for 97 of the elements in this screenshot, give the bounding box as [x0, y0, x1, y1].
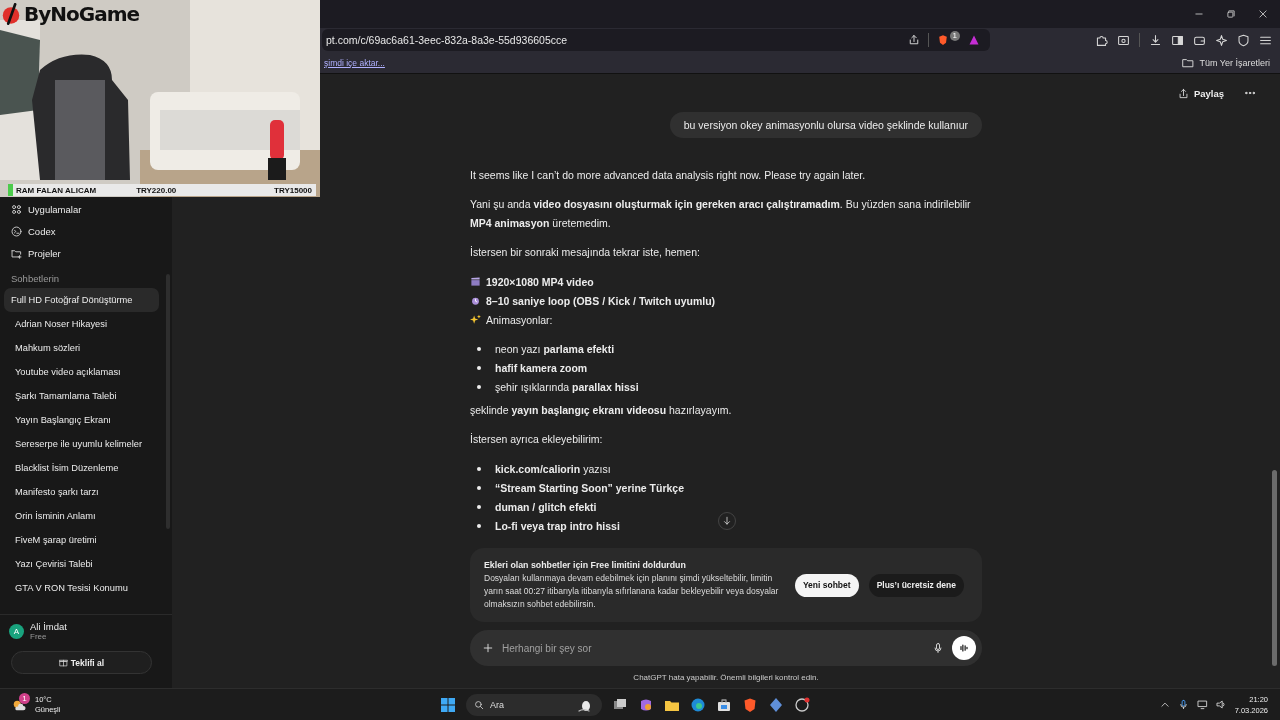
bullet-text: duman / glitch efekti — [495, 500, 597, 513]
plus-icon[interactable] — [482, 642, 494, 654]
assistant-paragraph: İstersen bir sonraki mesajında tekrar iste, hemen: — [470, 245, 701, 260]
shield-count-badge: 1 — [949, 30, 960, 41]
assistant-line: 8–10 saniye loop (OBS / Kick / Twitch uyumlu) — [486, 294, 716, 307]
upload-icon — [1177, 87, 1189, 99]
channel-logo-text: ByNoGame — [24, 2, 140, 26]
terminal-icon — [11, 225, 22, 237]
bullet-icon — [477, 485, 481, 490]
triangle-icon[interactable] — [968, 34, 980, 46]
gem-icon[interactable] — [768, 696, 784, 713]
store-bag-icon[interactable] — [716, 696, 732, 713]
shield-icon[interactable] — [1237, 33, 1250, 47]
bookmarks-folder[interactable]: Tüm Yer İşaretleri — [1182, 56, 1270, 69]
sidebar-nav-item[interactable]: Codex — [0, 220, 172, 242]
goal-raised: TRY220.00 — [136, 185, 177, 195]
bullet-text: kick.com/caliorin yazısı — [495, 462, 611, 475]
chat-history-item[interactable]: Orin İsminin Anlamı — [4, 504, 159, 528]
download-icon[interactable] — [1149, 33, 1162, 47]
chat-history-item[interactable]: Youtube video açıklaması — [4, 360, 159, 384]
restore-icon[interactable] — [1226, 9, 1236, 19]
message-field[interactable]: Herhangi bir şey sor — [470, 630, 982, 666]
import-link[interactable]: şimdi içe aktar... — [324, 57, 385, 68]
bullet-icon — [477, 504, 481, 509]
folder-icon — [1182, 56, 1195, 69]
logo-mark-icon — [0, 3, 22, 25]
microphone-icon[interactable] — [932, 642, 944, 654]
weather-badge: 1 — [19, 693, 30, 704]
chat-history-item[interactable]: GTA V RON Tesisi Konumu — [4, 576, 159, 600]
bullet-text: hafif kamera zoom — [495, 361, 588, 374]
bullet-icon — [477, 384, 481, 389]
offer-button[interactable]: Teklifi al — [11, 651, 152, 674]
assistant-paragraph: İstersen ayrıca ekleyebilirim: — [470, 432, 604, 447]
sidebar-icon[interactable] — [1171, 33, 1184, 47]
taskbar-search[interactable]: Ara — [466, 693, 602, 716]
notice-button[interactable]: Plus’ı ücretsiz dene — [868, 573, 964, 597]
scrollbar-thumb[interactable] — [1272, 470, 1277, 666]
scroll-down-button[interactable] — [718, 512, 736, 530]
bullet-icon — [477, 523, 481, 528]
sidebar-nav-item[interactable]: Uygulamalar — [0, 198, 172, 220]
close-icon[interactable] — [1258, 9, 1268, 19]
section-label: Sohbetlerin — [10, 272, 61, 286]
circle-app-icon[interactable] — [794, 696, 810, 713]
bullet-text: Lo-fi veya trap intro hissi — [495, 519, 620, 532]
bullet-text: şehir ışıklarında parallax hissi — [495, 380, 639, 393]
arrow-down-icon — [722, 516, 732, 526]
notice-text: Dosyaları kullanmaya devam edebilmek için planını şimdi yükseltebilir, limitin yarın saat 00:27 itibarıyla itibarıyla sıfırlanana kadar bekleyebilir veya dosyalar olmaksızın sohbet edebilirsin. — [484, 571, 780, 611]
bullet-icon — [477, 346, 481, 351]
folder-plus-icon — [11, 247, 22, 259]
microphone-icon[interactable] — [1177, 699, 1189, 710]
chat-history-item[interactable]: FiveM şarap üretimi — [4, 528, 159, 552]
chat-history-item[interactable]: Full HD Fotoğraf Dönüştürme — [4, 288, 159, 312]
sparkle-icon[interactable] — [1215, 33, 1228, 47]
assistant-paragraph: It seems like I can’t do more advanced data analysis right now. Please try again later. — [470, 168, 867, 183]
bullet-icon — [477, 466, 481, 471]
address-bar[interactable]: pt.com/c/69ac6a61-3eec-832a-8a3e-55d936605cce 1 — [322, 29, 990, 51]
share-button[interactable]: Paylaş — [1173, 84, 1228, 102]
chat-history-item[interactable]: Blacklist İsim Düzenleme — [4, 456, 159, 480]
chat-history-item[interactable]: Adrian Noser Hikayesi — [4, 312, 159, 336]
notice-button[interactable]: Yeni sohbet — [794, 573, 859, 597]
search-icon — [474, 699, 484, 710]
notice-title: Ekleri olan sohbetler için Free limitini doldurdun — [484, 559, 687, 570]
chat-history-item[interactable]: Manifesto şarkı tarzı — [4, 480, 159, 504]
user-name: Ali İmdat — [30, 621, 67, 632]
clapperboard-icon — [470, 276, 481, 287]
disclaimer-text: ChatGPT hata yapabilir. Önemli bilgileri kontrol edin. — [633, 672, 819, 682]
sparkles-icon — [470, 314, 481, 325]
message-input[interactable]: Herhangi bir şey sor — [502, 640, 924, 656]
gift-icon — [58, 658, 68, 667]
plan-label: Free — [30, 632, 48, 641]
chat-history-item[interactable]: Sereserpe ile uyumlu kelimeler — [4, 432, 159, 456]
alarm-clock-icon — [470, 295, 481, 306]
chat-history-item[interactable]: Yayın Başlangıç Ekranı — [4, 408, 159, 432]
user-message: bu versiyon okey animasyonlu olursa video şeklinde kullanıur — [669, 112, 982, 138]
chat-history-item[interactable]: Yazı Çevirisi Talebi — [4, 552, 159, 576]
lion-shield-icon[interactable] — [936, 34, 949, 46]
apps-icon — [11, 203, 22, 215]
lion-shield-icon[interactable] — [742, 696, 758, 713]
voice-button[interactable] — [952, 636, 976, 660]
assistant-paragraph: şeklinde yayın başlangıç ekranı videosu hazırlayayım. — [470, 403, 733, 418]
assistant-paragraph: Yani şu anda video dosyasını oluşturmak için gereken aracı çalıştıramadım. Bu yüzden sana indirilebilir MP4 animasyon üretemedim. — [470, 197, 972, 231]
waveform-icon — [958, 642, 970, 654]
chat-history-item[interactable]: Mahkum sözleri — [4, 336, 159, 360]
share-icon[interactable] — [907, 34, 920, 46]
windows-start-icon[interactable] — [440, 696, 456, 713]
assistant-line: Animasyonlar: — [486, 313, 553, 326]
speaker-icon[interactable] — [1215, 699, 1227, 710]
bullet-text: “Stream Starting Soon” yerine Türkçe — [495, 481, 685, 494]
sidebar-nav-item[interactable]: Projeler — [0, 242, 172, 264]
chat-history-item[interactable]: Şarkı Tamamlama Talebi — [4, 384, 159, 408]
goal-target: TRY15000 — [274, 185, 312, 195]
bullet-text: neon yazı parlama efekti — [495, 342, 615, 355]
reader-icon[interactable] — [1117, 33, 1130, 47]
puzzle-icon[interactable] — [1095, 33, 1108, 47]
goal-label: RAM FALAN ALICAM — [16, 185, 97, 195]
assistant-line: 1920×1080 MP4 video — [486, 275, 594, 288]
bullet-icon — [477, 365, 481, 370]
